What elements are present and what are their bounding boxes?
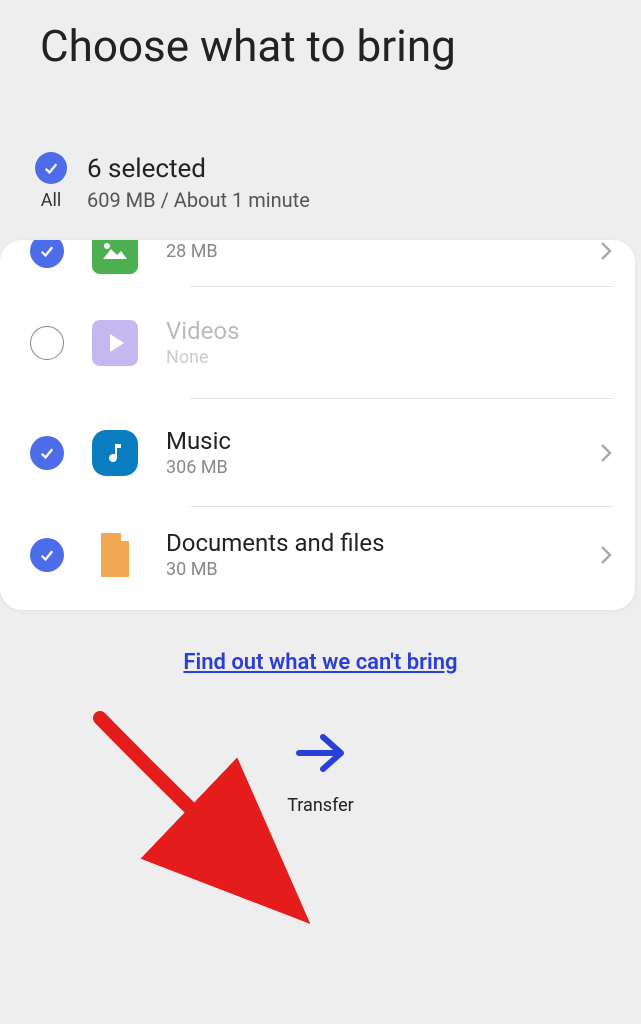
row-text: 28 MB (166, 241, 571, 262)
chevron-right-icon (599, 543, 613, 567)
selected-count: 6 selected (87, 154, 310, 184)
row-text: Documents and files 30 MB (166, 529, 571, 580)
arrow-right-icon (293, 729, 349, 781)
music-icon (92, 430, 138, 476)
images-icon (92, 240, 138, 274)
selection-summary: All 6 selected 609 MB / About 1 minute (0, 82, 641, 232)
row-text: Videos None (166, 317, 613, 368)
checkbox-videos[interactable] (30, 326, 64, 360)
row-title: Documents and files (166, 529, 571, 557)
chevron-right-icon (599, 441, 613, 465)
summary-text: 6 selected 609 MB / About 1 minute (87, 152, 310, 212)
info-link-row: Find out what we can't bring (0, 610, 641, 685)
document-icon (92, 532, 138, 578)
row-sub: 30 MB (166, 559, 571, 580)
transfer-button[interactable]: Transfer (0, 685, 641, 816)
row-title: Music (166, 427, 571, 455)
check-icon (35, 152, 67, 184)
checkbox-documents[interactable] (30, 538, 64, 572)
list-item-music[interactable]: Music 306 MB (0, 399, 635, 506)
cant-bring-link[interactable]: Find out what we can't bring (183, 650, 457, 675)
checkbox-images[interactable] (30, 240, 64, 268)
content-list: 28 MB Videos None Music 306 MB (0, 240, 635, 610)
chevron-right-icon (599, 240, 613, 263)
row-title: Videos (166, 317, 613, 345)
checkbox-music[interactable] (30, 436, 64, 470)
select-all-button[interactable]: All (35, 152, 67, 211)
size-time: 609 MB / About 1 minute (87, 188, 310, 212)
row-text: Music 306 MB (166, 427, 571, 478)
transfer-label: Transfer (0, 781, 641, 816)
list-item-documents[interactable]: Documents and files 30 MB (0, 507, 635, 610)
list-item-videos[interactable]: Videos None (0, 287, 635, 398)
all-label: All (41, 190, 62, 211)
row-sub: None (166, 347, 613, 368)
row-sub: 28 MB (166, 241, 571, 262)
row-sub: 306 MB (166, 457, 571, 478)
videos-icon (92, 320, 138, 366)
page-title: Choose what to bring (0, 0, 641, 82)
list-item-images[interactable]: 28 MB (0, 240, 635, 286)
